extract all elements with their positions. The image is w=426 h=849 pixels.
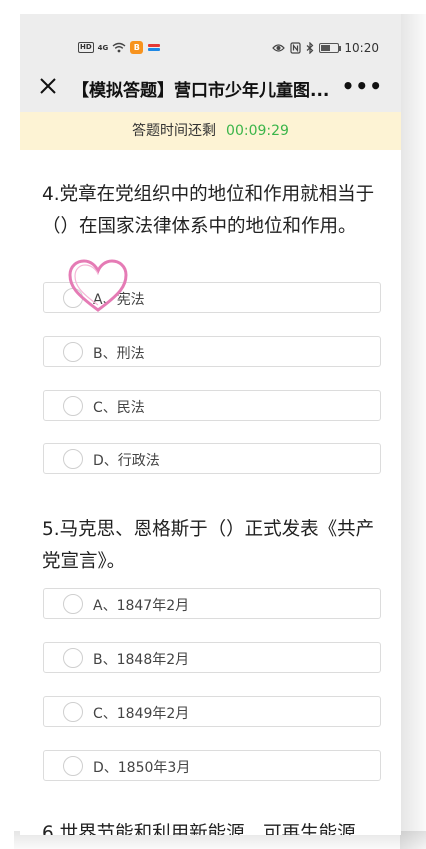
status-right-icons: 10:20 bbox=[272, 41, 379, 55]
option-c[interactable]: C、1849年2月 bbox=[43, 696, 381, 727]
option-a[interactable]: A、1847年2月 bbox=[43, 588, 381, 619]
radio-button[interactable] bbox=[63, 702, 83, 722]
radio-button[interactable] bbox=[63, 449, 83, 469]
close-icon[interactable] bbox=[37, 75, 59, 97]
frame-shadow-right bbox=[400, 14, 426, 849]
clock: 10:20 bbox=[344, 41, 379, 55]
timer-bar: 答题时间还剩 00:09:29 bbox=[20, 112, 401, 150]
signal-icon: 4G bbox=[97, 43, 109, 52]
more-icon[interactable]: ••• bbox=[342, 74, 383, 98]
timer-value: 00:09:29 bbox=[226, 123, 289, 139]
option-b[interactable]: B、刑法 bbox=[43, 336, 381, 367]
wifi-icon bbox=[112, 42, 126, 53]
radio-button[interactable] bbox=[63, 594, 83, 614]
option-label: B、1848年2月 bbox=[93, 652, 190, 668]
battery-icon bbox=[319, 43, 342, 53]
eye-icon bbox=[272, 44, 286, 52]
page-title: 【模拟答题】营口市少年儿童图... bbox=[72, 81, 330, 101]
question-text: 5.马克思、恩格斯于（）正式发表《共产党宣言》。 bbox=[42, 519, 375, 572]
timer-label: 答题时间还剩 bbox=[132, 123, 217, 139]
radio-button[interactable] bbox=[63, 288, 83, 308]
option-label: D、1850年3月 bbox=[93, 760, 191, 776]
battery-level bbox=[321, 45, 331, 51]
option-a[interactable]: A、宪法 bbox=[43, 282, 381, 313]
option-label: B、刑法 bbox=[93, 346, 145, 362]
phone-screen: HD 4G B 10:20 【模拟答题】营口市少年儿童图... ••• 答题时间… bbox=[20, 14, 401, 835]
bluetooth-icon bbox=[307, 42, 314, 54]
option-d[interactable]: D、1850年3月 bbox=[43, 750, 381, 781]
app-logo-icon bbox=[148, 44, 161, 51]
radio-button[interactable] bbox=[63, 342, 83, 362]
question-text: 6.世界节能和利用新能源、可再生能源 bbox=[42, 823, 356, 835]
app-notification-icon: B bbox=[130, 41, 144, 54]
status-bar: HD 4G B 10:20 bbox=[20, 14, 401, 62]
option-label: C、1849年2月 bbox=[93, 706, 190, 722]
option-c[interactable]: C、民法 bbox=[43, 390, 381, 421]
radio-button[interactable] bbox=[63, 648, 83, 668]
status-left-icons: HD 4G B bbox=[78, 41, 161, 54]
option-d[interactable]: D、行政法 bbox=[43, 443, 381, 474]
radio-button[interactable] bbox=[63, 756, 83, 776]
nav-bar: 【模拟答题】营口市少年儿童图... ••• bbox=[20, 62, 401, 112]
option-label: C、民法 bbox=[93, 400, 145, 416]
hd-badge: HD bbox=[78, 42, 94, 53]
option-label: A、1847年2月 bbox=[93, 598, 190, 614]
option-label: D、行政法 bbox=[93, 453, 160, 469]
radio-button[interactable] bbox=[63, 396, 83, 416]
option-b[interactable]: B、1848年2月 bbox=[43, 642, 381, 673]
option-label: A、宪法 bbox=[93, 292, 145, 308]
question-text: 4.党章在党组织中的地位和作用就相当于（）在国家法律体系中的地位和作用。 bbox=[42, 184, 375, 237]
nfc-icon bbox=[290, 42, 302, 54]
